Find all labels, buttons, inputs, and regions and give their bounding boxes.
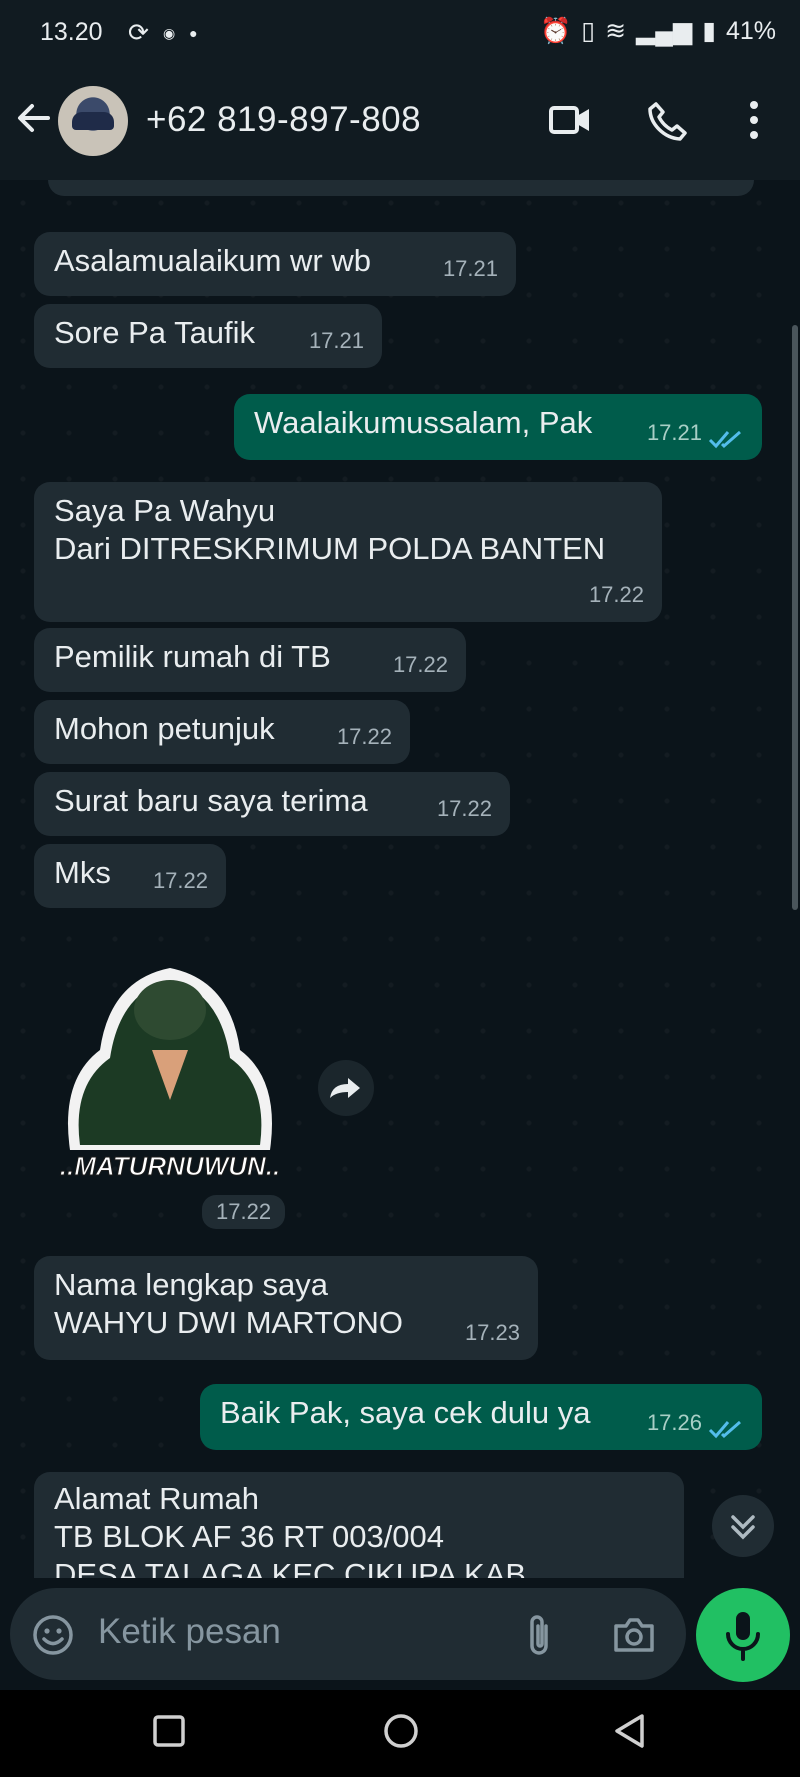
signal-icon: ▂▄▆ xyxy=(636,17,693,45)
scroll-down-icon xyxy=(731,1515,755,1540)
back-nav-icon[interactable] xyxy=(612,1712,646,1750)
record-icon: ● xyxy=(189,25,198,41)
emoji-icon[interactable] xyxy=(32,1614,74,1656)
battery-icon: ▮ xyxy=(702,17,716,45)
message-bubble[interactable]: Saya Pa Wahyu Dari DITRESKRIMUM POLDA BA… xyxy=(34,482,662,622)
camera-icon[interactable] xyxy=(612,1614,656,1654)
sticker-caption: ..MATURNUWUN.. xyxy=(60,1151,280,1181)
message-bubble[interactable]: Asalamualaikum wr wb 17.21 xyxy=(34,232,516,296)
notification-dot-icon: ◉ xyxy=(162,24,176,41)
status-bar: 13.20 ⟳ ◉ ● ⏰ ▯ ≋ ▂▄▆ ▮ 41% xyxy=(0,0,800,64)
vibrate-icon: ▯ xyxy=(581,17,596,45)
read-ticks-icon xyxy=(708,430,741,449)
forward-button[interactable] xyxy=(318,1060,374,1116)
message-input[interactable]: Ketik pesan xyxy=(98,1612,281,1652)
message-bubble[interactable]: Mks 17.22 xyxy=(34,844,226,908)
phone-icon[interactable] xyxy=(646,100,688,142)
sticker-image[interactable]: ..MATURNUWUN.. xyxy=(40,940,300,1190)
mic-button[interactable] xyxy=(696,1588,790,1682)
read-ticks-icon xyxy=(708,1420,741,1439)
scrollbar[interactable] xyxy=(792,325,798,910)
message-bubble[interactable]: Sore Pa Taufik 17.21 xyxy=(34,304,382,368)
scroll-down-button[interactable] xyxy=(712,1495,774,1557)
battery-level: 41% xyxy=(725,16,776,45)
sticker-time: 17.22 xyxy=(202,1195,286,1229)
contact-name[interactable]: +62 819-897-808 xyxy=(146,100,421,140)
more-vert-icon[interactable] xyxy=(748,100,760,140)
status-right-icons: ⏰ ▯ ≋ ▂▄▆ ▮ 41% xyxy=(540,16,776,46)
avatar[interactable] xyxy=(58,86,128,156)
video-call-icon[interactable] xyxy=(548,100,592,140)
message-bubble[interactable]: Mohon petunjuk 17.22 xyxy=(34,700,410,764)
message-bubble-partial[interactable] xyxy=(48,180,754,196)
wifi-icon: ≋ xyxy=(605,17,627,45)
message-bubble[interactable]: Nama lengkap saya WAHYU DWI MARTONO 17.2… xyxy=(34,1256,538,1360)
message-input-bar[interactable]: Ketik pesan xyxy=(10,1588,686,1680)
chat-area[interactable]: Asalamualaikum wr wb 17.21 Sore Pa Taufi… xyxy=(0,180,800,1578)
message-bubble[interactable]: Surat baru saya terima 17.22 xyxy=(34,772,510,836)
message-bubble[interactable]: Pemilik rumah di TB 17.22 xyxy=(34,628,466,692)
message-bubble[interactable]: Baik Pak, saya cek dulu ya 17.26 xyxy=(200,1384,762,1450)
forward-icon xyxy=(330,1078,360,1098)
message-bubble[interactable]: Waalaikumussalam, Pak 17.21 xyxy=(234,394,762,460)
mic-icon xyxy=(726,1612,760,1661)
sync-icon: ⟳ xyxy=(128,19,149,47)
home-icon[interactable] xyxy=(382,1712,420,1750)
message-bubble[interactable]: Alamat Rumah TB BLOK AF 36 RT 003/004 DE… xyxy=(34,1472,684,1578)
attach-icon[interactable] xyxy=(524,1612,554,1658)
status-time: 13.20 xyxy=(40,18,103,46)
alarm-icon: ⏰ xyxy=(540,16,572,45)
chat-header: +62 819-897-808 xyxy=(0,64,800,180)
recents-icon[interactable] xyxy=(152,1714,186,1748)
status-left-icons: ⟳ ◉ ● xyxy=(128,18,198,48)
back-arrow-icon[interactable] xyxy=(14,98,54,138)
system-nav-bar xyxy=(0,1690,800,1777)
